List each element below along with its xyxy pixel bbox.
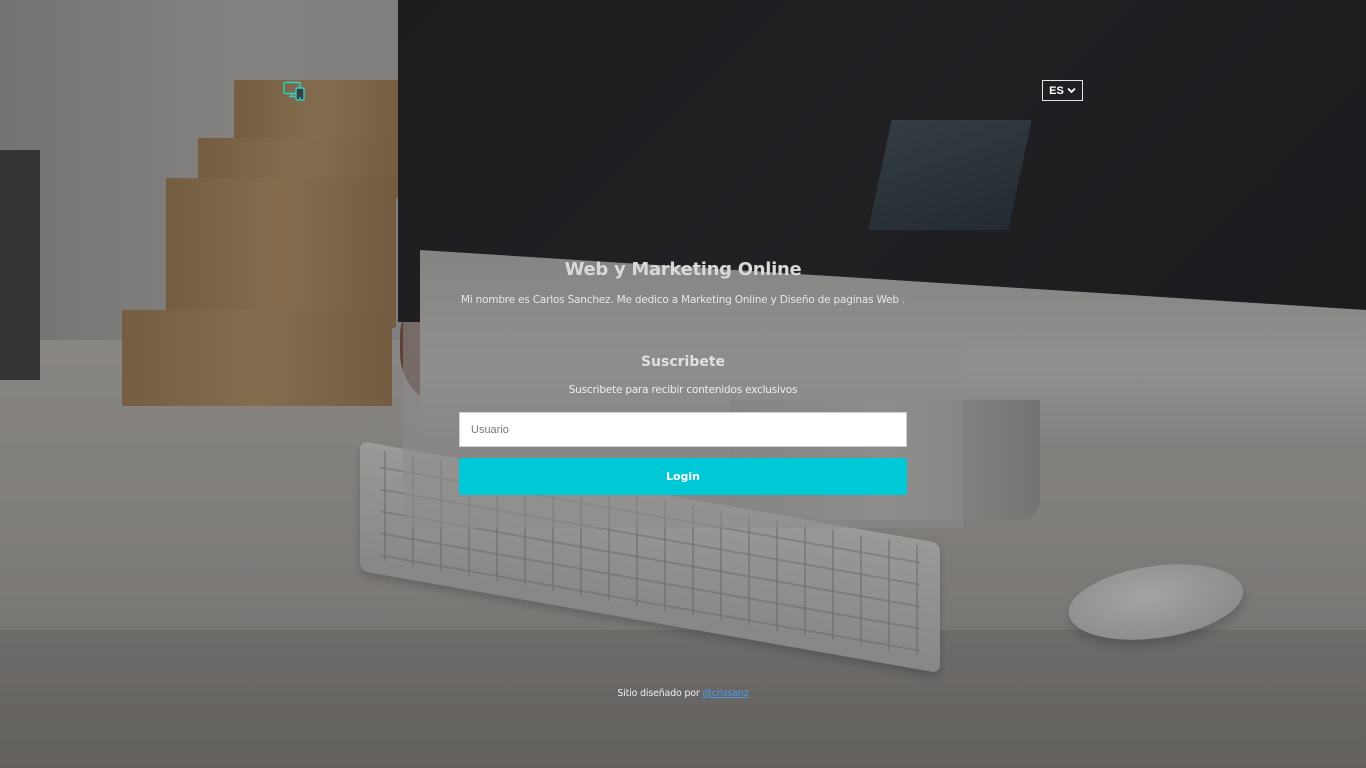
language-selected-label: ES <box>1049 84 1064 97</box>
site-subtitle: Mi nombre es Carlos Sanchez. Me dedico a… <box>460 294 906 306</box>
username-input[interactable] <box>459 412 907 447</box>
chevron-down-icon <box>1067 87 1076 94</box>
site-title: Web y Marketing Online <box>564 259 802 280</box>
subscribe-title: Suscribete <box>640 354 726 370</box>
subscribe-description: Suscribete para recibir contenidos exclu… <box>568 384 798 396</box>
author-link[interactable]: @crissanz <box>702 688 748 699</box>
language-select[interactable]: ES <box>1042 80 1083 101</box>
footer: Sitio diseñado por @crissanz <box>0 688 1366 699</box>
subscribe-panel: Suscribete Suscribete para recibir conte… <box>403 322 963 528</box>
login-button[interactable]: Login <box>459 458 907 495</box>
footer-text: Sitio diseñado por <box>617 688 703 699</box>
devices-icon[interactable] <box>283 81 307 101</box>
page: ES Web y Marketing Online Mi nombre es C… <box>0 0 1366 768</box>
